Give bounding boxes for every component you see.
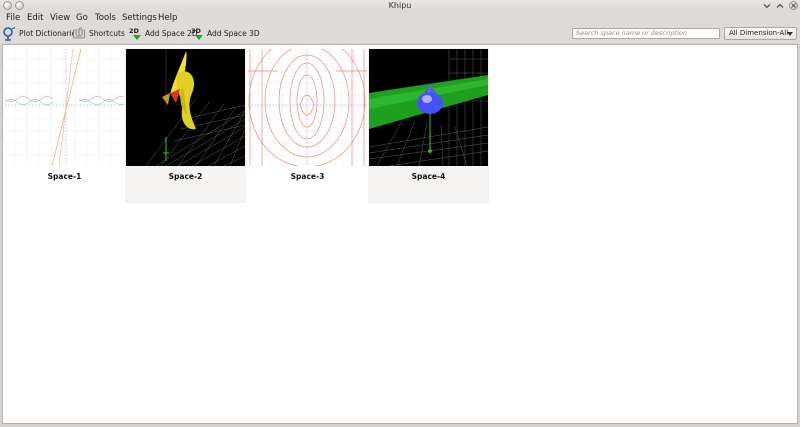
space-tile-3[interactable]: Space-3: [247, 48, 368, 203]
plot-dictionaries-label: Plot Dictionaries: [19, 29, 81, 38]
space-name: Space-2: [168, 172, 203, 181]
menu-view[interactable]: View: [50, 12, 70, 24]
dimension-filter-value: All Dimension-All: [729, 29, 789, 37]
window-titlebar: Khipu: [0, 0, 800, 12]
menu-settings[interactable]: Settings: [122, 12, 157, 24]
space-name: Space-3: [290, 172, 325, 181]
menu-help[interactable]: Help: [158, 12, 177, 24]
menu-tools[interactable]: Tools: [95, 12, 116, 24]
space-name: Space-4: [411, 172, 446, 181]
menu-edit[interactable]: Edit: [27, 12, 43, 24]
add-space-2d-icon: 2D: [129, 27, 142, 40]
spaces-view: Space-1 Space-2 Space-3 Space-4: [2, 44, 798, 424]
space-thumbnail: [369, 49, 488, 166]
space-tile-1[interactable]: Space-1: [4, 48, 125, 203]
search-input[interactable]: Search space name or description: [572, 28, 720, 39]
space-name: Space-1: [47, 172, 82, 181]
space-thumbnail: [248, 49, 367, 166]
plot-dictionaries-icon: [3, 26, 16, 41]
add-space-2d-button[interactable]: 2D Add Space 2D: [129, 25, 198, 42]
chevron-down-icon: [787, 32, 793, 36]
add-space-3d-icon: 3D: [191, 27, 204, 40]
minimize-icon[interactable]: [763, 2, 771, 10]
plot-dictionaries-button[interactable]: Plot Dictionaries: [3, 25, 80, 42]
add-space-2d-label: Add Space 2D: [145, 29, 198, 38]
shortcuts-button[interactable]: Shortcuts: [73, 25, 125, 42]
menu-file[interactable]: File: [6, 12, 20, 24]
shortcuts-icon: [73, 27, 86, 40]
space-thumbnail: [126, 49, 245, 166]
window-title: Khipu: [388, 1, 412, 10]
shortcuts-label: Shortcuts: [89, 29, 125, 38]
maximize-icon[interactable]: [776, 2, 784, 10]
add-space-3d-button[interactable]: 3D Add Space 3D: [191, 25, 260, 42]
dimension-filter-select[interactable]: All Dimension-All: [724, 27, 797, 40]
space-thumbnail: [5, 49, 124, 166]
space-tile-2[interactable]: Space-2: [125, 48, 246, 203]
menu-go[interactable]: Go: [76, 12, 88, 24]
space-tile-4[interactable]: Space-4: [368, 48, 489, 203]
add-space-3d-label: Add Space 3D: [207, 29, 260, 38]
menu-bar: File Edit View Go Tools Settings Help: [0, 12, 800, 24]
close-icon[interactable]: [789, 1, 798, 10]
